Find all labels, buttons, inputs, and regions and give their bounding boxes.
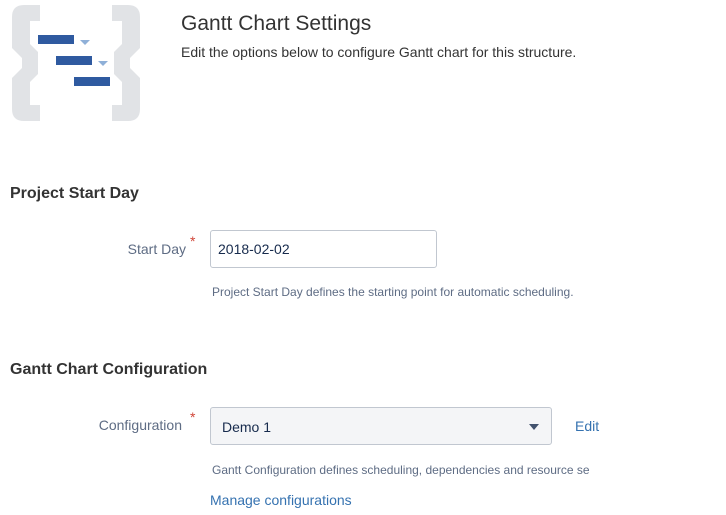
manage-configurations-link[interactable]: Manage configurations xyxy=(210,491,352,509)
required-marker: * xyxy=(190,233,196,249)
configuration-select[interactable]: Demo 1 xyxy=(210,407,552,445)
section-title-gantt-config: Gantt Chart Configuration xyxy=(10,361,208,378)
configuration-help: Gantt Configuration defines scheduling, … xyxy=(212,463,590,477)
start-day-input[interactable] xyxy=(210,230,437,268)
chevron-down-icon xyxy=(529,424,539,430)
start-day-label: Start Day xyxy=(127,241,186,257)
start-day-help: Project Start Day defines the starting p… xyxy=(212,285,574,299)
configuration-label: Configuration xyxy=(98,417,182,433)
header: Gantt Chart Settings Edit the options be… xyxy=(181,11,576,61)
required-marker: * xyxy=(190,409,196,425)
page-title: Gantt Chart Settings xyxy=(181,12,372,35)
edit-configuration-link[interactable]: Edit xyxy=(575,417,599,435)
configuration-selected-value: Demo 1 xyxy=(222,419,272,435)
gantt-chart-icon xyxy=(8,2,144,124)
section-title-project-start: Project Start Day xyxy=(10,185,139,202)
gantt-settings-page: Gantt Chart Settings Edit the options be… xyxy=(0,0,726,515)
page-description: Edit the options below to configure Gant… xyxy=(181,44,577,60)
